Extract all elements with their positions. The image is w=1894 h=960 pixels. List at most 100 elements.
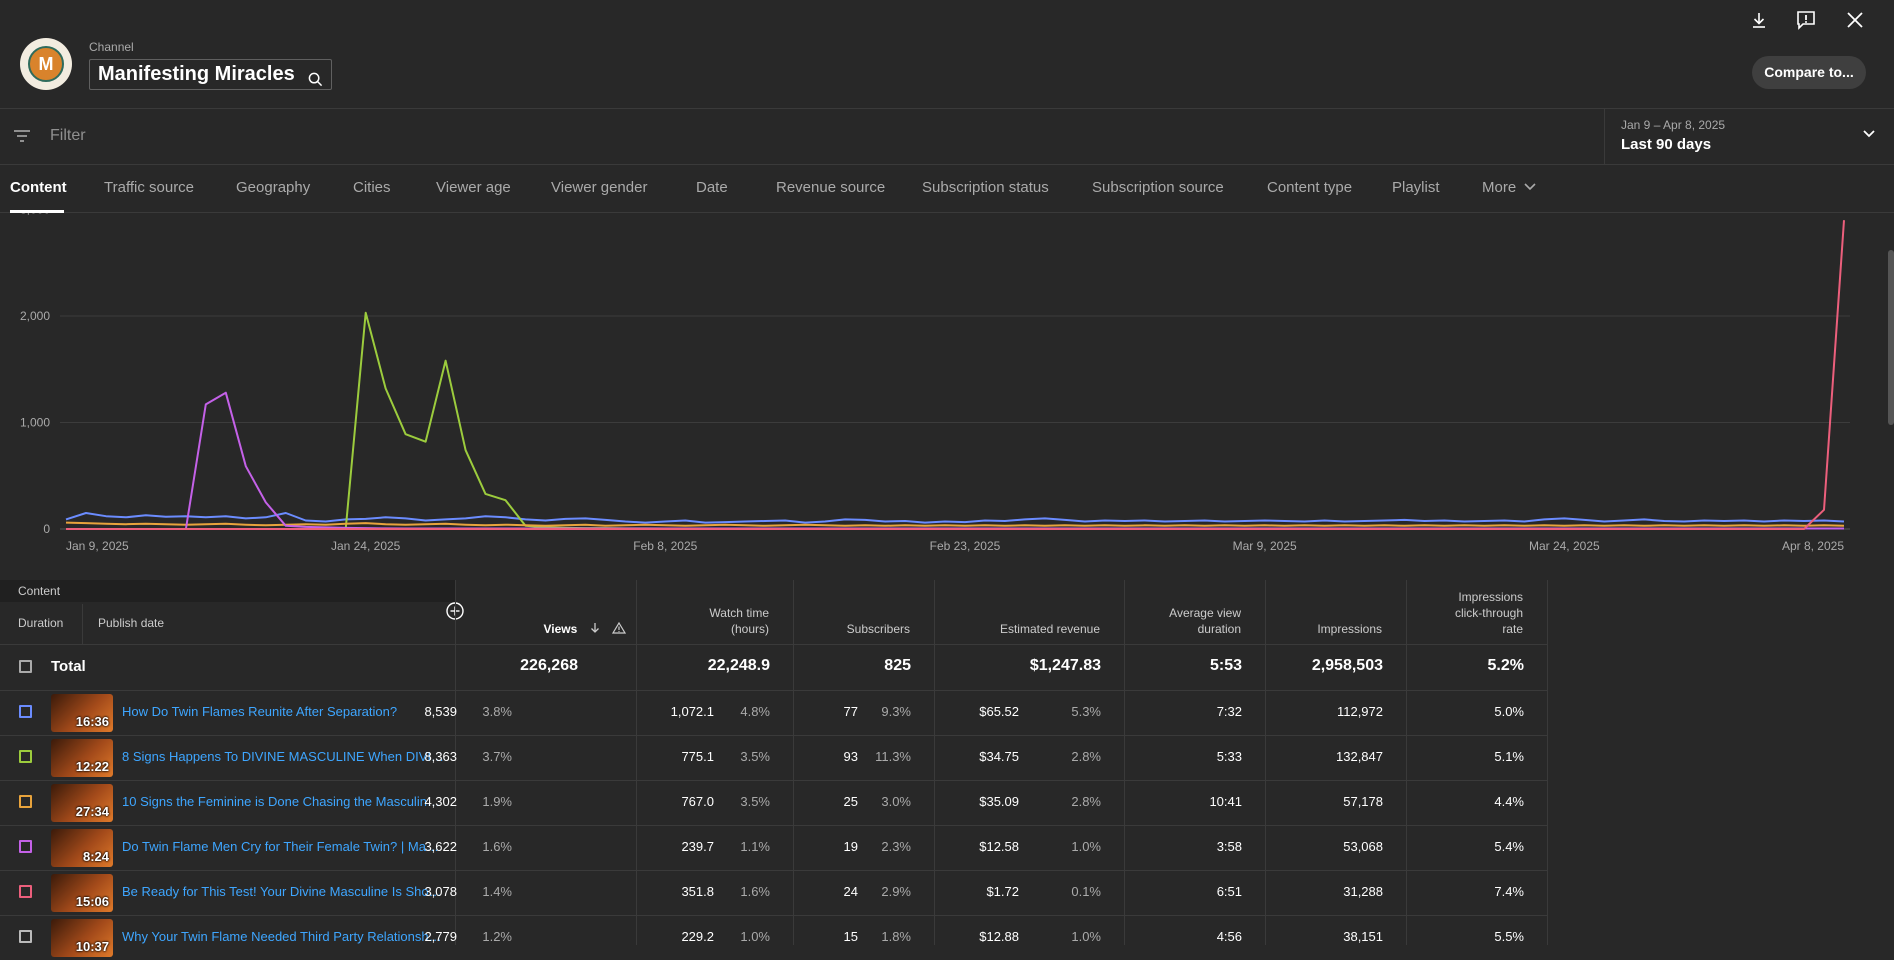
dimension-tabs: Content Traffic source Geography Cities … xyxy=(0,165,1894,213)
ctr-header-line1: Impressions xyxy=(1458,590,1523,604)
table-row[interactable]: 10:37 Why Your Twin Flame Needed Third Pa… xyxy=(0,915,1548,960)
video-title-link[interactable]: How Do Twin Flames Reunite After Separat… xyxy=(122,704,444,719)
scrollbar[interactable] xyxy=(1888,250,1894,425)
tab-viewer-gender[interactable]: Viewer gender xyxy=(551,179,647,196)
tab-subscription-status[interactable]: Subscription status xyxy=(922,179,1049,196)
video-thumbnail[interactable]: 10:37 xyxy=(51,919,113,957)
cell-watch-time-pct: 3.5% xyxy=(740,794,770,809)
compare-button[interactable]: Compare to... xyxy=(1752,56,1866,89)
column-header-views[interactable]: Views xyxy=(456,580,627,644)
row-checkbox[interactable] xyxy=(19,705,32,718)
cell-subscribers-pct: 3.0% xyxy=(881,794,911,809)
filter-icon[interactable] xyxy=(12,126,32,151)
video-thumbnail[interactable]: 15:06 xyxy=(51,874,113,912)
tab-subscription-source[interactable]: Subscription source xyxy=(1092,179,1224,196)
cell-subscribers-pct: 1.8% xyxy=(881,929,911,944)
cell-impressions: 112,972 xyxy=(1336,704,1383,719)
column-header-content[interactable]: Content xyxy=(0,580,455,602)
cell-ctr: 4.4% xyxy=(1494,794,1524,809)
cell-revenue-pct: 1.0% xyxy=(1071,929,1101,944)
warning-icon[interactable] xyxy=(611,621,627,634)
row-checkbox[interactable] xyxy=(19,750,32,763)
cell-views: 8,539 xyxy=(424,704,457,719)
column-header-subscribers[interactable]: Subscribers xyxy=(794,580,910,644)
sort-down-icon xyxy=(590,623,599,633)
chart-series-line[interactable] xyxy=(66,391,1844,530)
x-tick-label: Feb 23, 2025 xyxy=(930,539,1001,553)
total-ctr: 5.2% xyxy=(1487,657,1524,674)
chart-series-line[interactable] xyxy=(65,512,1845,524)
row-checkbox[interactable] xyxy=(19,840,32,853)
channel-selector[interactable]: Manifesting Miracles xyxy=(89,59,332,90)
table-row[interactable]: 8:24 Do Twin Flame Men Cry for Their Fema… xyxy=(0,825,1548,870)
row-checkbox[interactable] xyxy=(19,885,32,898)
cell-views: 3,078 xyxy=(424,884,457,899)
cell-subscribers: 25 xyxy=(843,794,858,809)
filter-input[interactable]: Filter xyxy=(50,127,86,145)
column-header-impressions[interactable]: Impressions xyxy=(1266,580,1382,644)
total-subscribers: 825 xyxy=(884,657,911,674)
date-range-selector[interactable]: Jan 9 – Apr 8, 2025 Last 90 days xyxy=(1604,109,1894,164)
tab-more[interactable]: More xyxy=(1482,179,1537,196)
column-header-ctr[interactable]: Impressions click-through rate xyxy=(1407,580,1523,644)
cell-watch-time: 351.8 xyxy=(681,884,714,899)
tab-revenue-source[interactable]: Revenue source xyxy=(776,179,885,196)
column-header-duration[interactable]: Duration xyxy=(18,616,63,630)
video-title-link[interactable]: Why Your Twin Flame Needed Third Party R… xyxy=(122,929,444,944)
chart-series-line[interactable] xyxy=(66,311,1844,530)
cell-watch-time: 239.7 xyxy=(681,839,714,854)
column-header-estimated-revenue[interactable]: Estimated revenue xyxy=(935,580,1100,644)
tab-content[interactable]: Content xyxy=(10,179,67,196)
table-row[interactable]: 15:06 Be Ready for This Test! Your Divine… xyxy=(0,870,1548,915)
cell-views: 8,363 xyxy=(424,749,457,764)
total-average-view-duration: 5:53 xyxy=(1209,657,1242,674)
video-title-link[interactable]: 10 Signs the Feminine is Done Chasing th… xyxy=(122,794,444,809)
cell-average-view-duration: 10:41 xyxy=(1209,794,1242,809)
tab-cities[interactable]: Cities xyxy=(353,179,391,196)
close-icon[interactable] xyxy=(1843,8,1867,32)
row-checkbox[interactable] xyxy=(19,795,32,808)
search-icon[interactable] xyxy=(308,67,323,96)
channel-avatar[interactable]: M xyxy=(20,38,72,90)
tab-playlist[interactable]: Playlist xyxy=(1392,179,1440,196)
tab-content-type[interactable]: Content type xyxy=(1267,179,1352,196)
cell-watch-time: 1,072.1 xyxy=(670,704,714,719)
cell-revenue: $12.88 xyxy=(979,929,1019,944)
tab-geography[interactable]: Geography xyxy=(236,179,310,196)
chart-series-line[interactable] xyxy=(66,220,1845,530)
table-row[interactable]: 16:36 How Do Twin Flames Reunite After Se… xyxy=(0,690,1548,735)
chart-series-line[interactable] xyxy=(65,521,1845,527)
tab-viewer-age[interactable]: Viewer age xyxy=(436,179,511,196)
video-thumbnail[interactable]: 16:36 xyxy=(51,694,113,732)
total-watch-time: 22,248.9 xyxy=(707,657,770,674)
video-title-link[interactable]: 8 Signs Happens To DIVINE MASCULINE When… xyxy=(122,749,444,764)
cell-views-pct: 3.7% xyxy=(482,749,512,764)
video-title-link[interactable]: Be Ready for This Test! Your Divine Masc… xyxy=(122,884,444,899)
total-checkbox[interactable] xyxy=(19,660,32,673)
video-thumbnail[interactable]: 8:24 xyxy=(51,829,113,867)
video-duration: 12:22 xyxy=(75,759,109,774)
avd-header-line1: Average view xyxy=(1169,606,1241,620)
row-checkbox[interactable] xyxy=(19,930,32,943)
table-row[interactable]: 12:22 8 Signs Happens To DIVINE MASCULINE… xyxy=(0,735,1548,780)
tab-date[interactable]: Date xyxy=(696,179,728,196)
tab-more-label: More xyxy=(1482,179,1517,196)
column-header-watch-time[interactable]: Watch time (hours) xyxy=(637,580,769,644)
video-thumbnail[interactable]: 27:34 xyxy=(51,784,113,822)
x-tick-label: Mar 24, 2025 xyxy=(1529,539,1600,553)
column-header-average-view-duration[interactable]: Average view duration xyxy=(1125,580,1241,644)
cell-ctr: 5.0% xyxy=(1494,704,1524,719)
column-header-publish-date[interactable]: Publish date xyxy=(98,616,164,630)
table-row[interactable]: 27:34 10 Signs the Feminine is Done Chasi… xyxy=(0,780,1548,825)
total-label: Total xyxy=(51,658,86,675)
cell-subscribers: 19 xyxy=(843,839,858,854)
watch-time-header-line2: (hours) xyxy=(730,622,769,636)
video-thumbnail[interactable]: 12:22 xyxy=(51,739,113,777)
tab-traffic-source[interactable]: Traffic source xyxy=(104,179,194,196)
cell-watch-time: 229.2 xyxy=(681,929,714,944)
cell-ctr: 5.4% xyxy=(1494,839,1524,854)
video-title-link[interactable]: Do Twin Flame Men Cry for Their Female T… xyxy=(122,839,444,854)
download-icon[interactable] xyxy=(1747,8,1771,32)
cell-views-pct: 3.8% xyxy=(482,704,512,719)
feedback-icon[interactable] xyxy=(1794,8,1818,32)
